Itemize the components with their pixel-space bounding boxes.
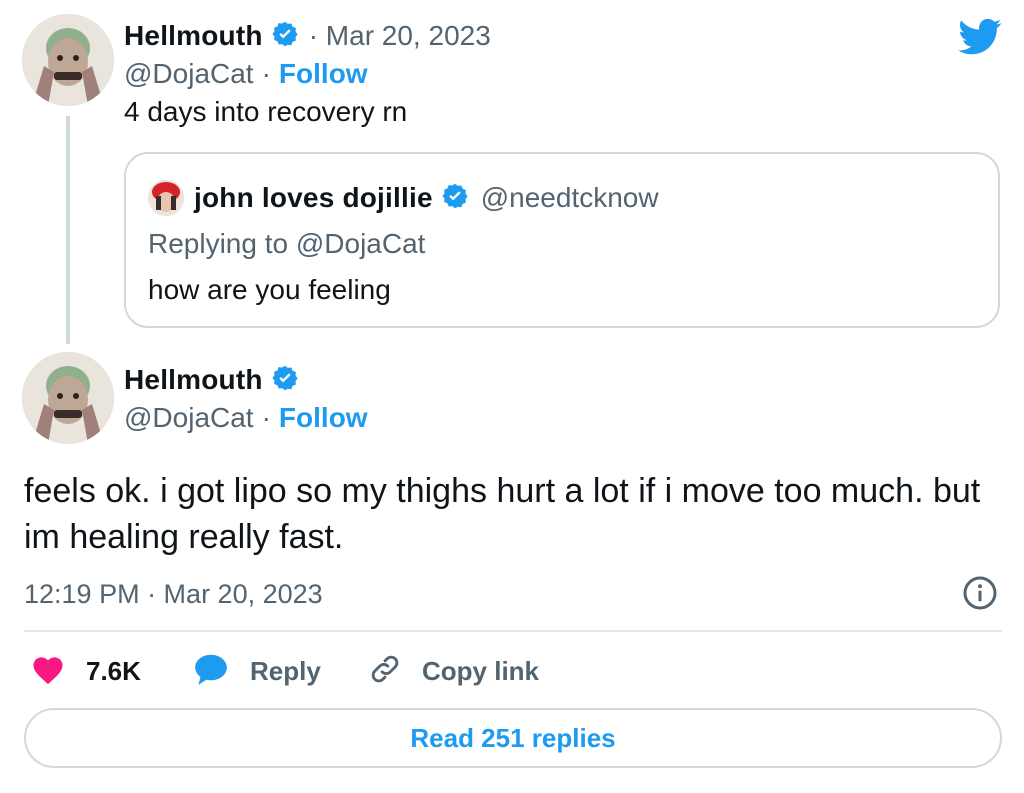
verified-badge-icon <box>441 182 469 215</box>
replying-to: Replying to @DojaCat <box>148 228 426 259</box>
avatar-hellmouth[interactable] <box>22 14 114 106</box>
tweet-text: 4 days into recovery rn <box>124 96 408 127</box>
reply-header-line: Hellmouth <box>124 362 299 398</box>
like-button[interactable]: 7.6K <box>30 650 141 692</box>
tweet-header-line: Hellmouth · Mar 20, 2023 <box>124 18 491 54</box>
tweet-date[interactable]: · Mar 20, 2023 <box>309 20 491 52</box>
heart-icon <box>30 653 66 690</box>
quoted-tweet-card[interactable]: john loves dojillie @needtcknow Replying… <box>124 152 1000 328</box>
reply-handle-line: @DojaCat · Follow <box>124 400 368 436</box>
follow-button[interactable]: Follow <box>279 58 368 90</box>
copy-link-label: Copy link <box>422 655 540 686</box>
reply-author-handle[interactable]: @DojaCat <box>124 402 254 434</box>
follow-button[interactable]: Follow <box>279 402 368 434</box>
reply-text: feels ok. i got lipo so my thighs hurt a… <box>24 472 981 556</box>
reply-bubble-icon <box>192 651 230 692</box>
reply-timestamp[interactable]: 12:19 PM · Mar 20, 2023 <box>24 576 323 612</box>
reply-author-name[interactable]: Hellmouth <box>124 364 263 396</box>
avatar-hellmouth[interactable] <box>22 352 114 444</box>
separator: · <box>261 58 271 89</box>
thread-line <box>66 116 70 344</box>
twitter-bird-icon[interactable] <box>958 18 1002 61</box>
verified-badge-icon <box>271 364 299 397</box>
handle-line: @DojaCat · Follow <box>124 56 368 92</box>
info-icon[interactable] <box>962 575 998 616</box>
verified-badge-icon <box>271 20 299 53</box>
quoted-author-name[interactable]: john loves dojillie <box>194 182 433 214</box>
avatar-image <box>22 14 114 106</box>
like-count: 7.6K <box>86 655 141 686</box>
reply-label: Reply <box>250 655 321 686</box>
copy-link-button[interactable]: Copy link <box>368 650 539 692</box>
author-name[interactable]: Hellmouth <box>124 20 263 52</box>
quoted-avatar[interactable] <box>148 180 184 216</box>
quoted-text: how are you feeling <box>148 274 391 305</box>
separator: · <box>261 402 271 433</box>
read-replies-button[interactable]: Read 251 replies <box>24 708 1002 768</box>
link-icon <box>368 652 402 691</box>
author-handle[interactable]: @DojaCat <box>124 58 254 90</box>
reply-button[interactable]: Reply <box>192 650 321 692</box>
divider <box>24 630 1002 632</box>
quoted-header: john loves dojillie @needtcknow <box>194 178 659 218</box>
avatar-image <box>22 352 114 444</box>
quoted-handle[interactable]: @needtcknow <box>481 182 659 214</box>
